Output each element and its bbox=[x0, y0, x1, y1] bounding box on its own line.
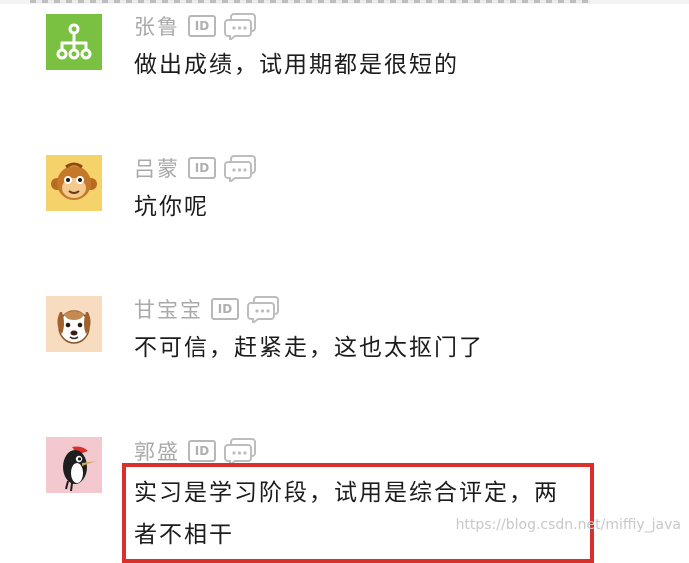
id-badge-icon[interactable]: ID bbox=[188, 157, 216, 179]
author-name[interactable]: 甘宝宝 bbox=[134, 294, 203, 324]
avatar[interactable] bbox=[46, 437, 102, 493]
id-badge-icon[interactable]: ID bbox=[188, 15, 216, 37]
dog-icon bbox=[46, 296, 102, 352]
reply-comment-icon[interactable] bbox=[247, 295, 281, 323]
id-badge-icon[interactable]: ID bbox=[211, 298, 239, 320]
comment-text: 做出成绩，试用期都是很短的 bbox=[134, 44, 459, 86]
monkey-icon bbox=[46, 155, 102, 211]
comment-text: 坑你呢 bbox=[134, 186, 209, 228]
author-name[interactable]: 郭盛 bbox=[134, 436, 180, 466]
avatar[interactable] bbox=[46, 155, 102, 211]
avatar[interactable] bbox=[46, 14, 102, 70]
highlight-annotation-box bbox=[122, 463, 594, 563]
id-badge-icon[interactable]: ID bbox=[188, 440, 216, 462]
comment-meta: 吕蒙 ID bbox=[134, 154, 258, 182]
reply-comment-icon[interactable] bbox=[224, 154, 258, 182]
network-tree-icon bbox=[46, 14, 102, 70]
comment-text-line: 做出成绩，试用期都是很短的 bbox=[134, 52, 459, 78]
comment-meta: 张鲁 ID bbox=[134, 12, 258, 40]
top-cropped-strip bbox=[0, 0, 689, 4]
comment-text: 不可信，赶紧走，这也太抠门了 bbox=[134, 327, 484, 369]
comment-meta: 郭盛 ID bbox=[134, 437, 258, 465]
author-name[interactable]: 张鲁 bbox=[134, 11, 180, 41]
comment-text-line: 坑你呢 bbox=[134, 194, 209, 220]
comment-meta: 甘宝宝 ID bbox=[134, 295, 281, 323]
watermark: https://blog.csdn.net/miffiy_java bbox=[455, 517, 681, 533]
reply-comment-icon[interactable] bbox=[224, 437, 258, 465]
reply-comment-icon[interactable] bbox=[224, 12, 258, 40]
avatar[interactable] bbox=[46, 296, 102, 352]
comment-text-line: 不可信，赶紧走，这也太抠门了 bbox=[134, 335, 484, 361]
woodpecker-icon bbox=[46, 437, 102, 493]
author-name[interactable]: 吕蒙 bbox=[134, 153, 180, 183]
